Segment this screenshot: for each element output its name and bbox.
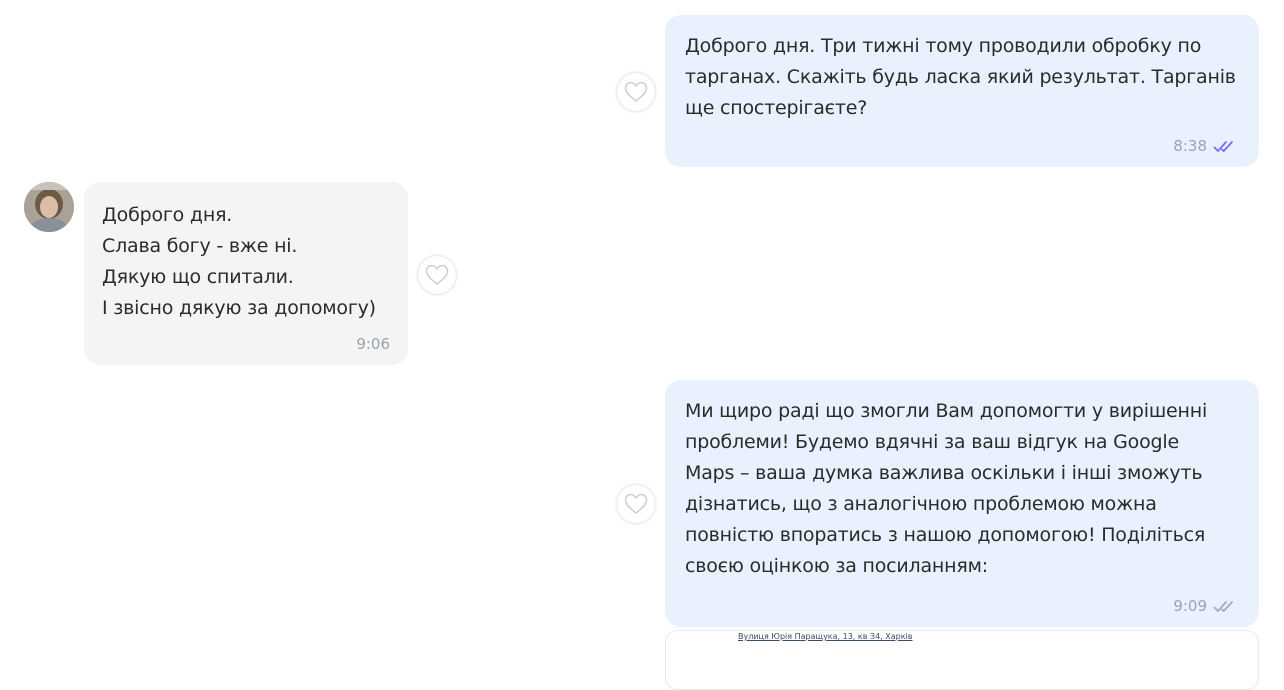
message-time: 9:09 <box>1173 597 1207 615</box>
heart-outline-icon <box>624 81 648 102</box>
map-address-link[interactable]: Вулиця Юрія Паращука, 13, кв 34, Харків <box>738 632 912 641</box>
outgoing-message[interactable]: Ми щиро раді що змогли Вам допомогти у в… <box>665 380 1259 627</box>
like-button[interactable] <box>418 256 456 294</box>
message-text: Ми щиро раді що змогли Вам допомогти у в… <box>685 400 1208 577</box>
previous-content-fragment <box>625 0 675 2</box>
avatar-photo <box>24 182 74 232</box>
message-text: Доброго дня. Слава богу - вже ні. Дякую … <box>102 204 376 319</box>
scroll-edge <box>1274 0 1284 654</box>
message-meta: 8:38 <box>1173 137 1237 155</box>
like-button[interactable] <box>617 485 655 523</box>
heart-outline-icon <box>624 493 648 514</box>
message-time: 9:06 <box>356 335 390 353</box>
avatar[interactable] <box>24 182 74 232</box>
chat-thread: Доброго дня. Три тижні тому проводили об… <box>0 0 1284 690</box>
outgoing-message[interactable]: Доброго дня. Три тижні тому проводили об… <box>665 15 1259 167</box>
heart-outline-icon <box>425 264 449 285</box>
double-check-icon <box>1213 141 1233 152</box>
message-text: Доброго дня. Три тижні тому проводили об… <box>685 35 1236 119</box>
like-button[interactable] <box>617 73 655 111</box>
message-meta: 9:09 <box>1173 597 1237 615</box>
incoming-message[interactable]: Доброго дня. Слава богу - вже ні. Дякую … <box>84 182 408 365</box>
message-meta: 9:06 <box>356 335 390 353</box>
message-time: 8:38 <box>1173 137 1207 155</box>
link-preview-card[interactable]: Вулиця Юрія Паращука, 13, кв 34, Харків <box>665 630 1259 690</box>
double-check-icon <box>1213 601 1233 612</box>
